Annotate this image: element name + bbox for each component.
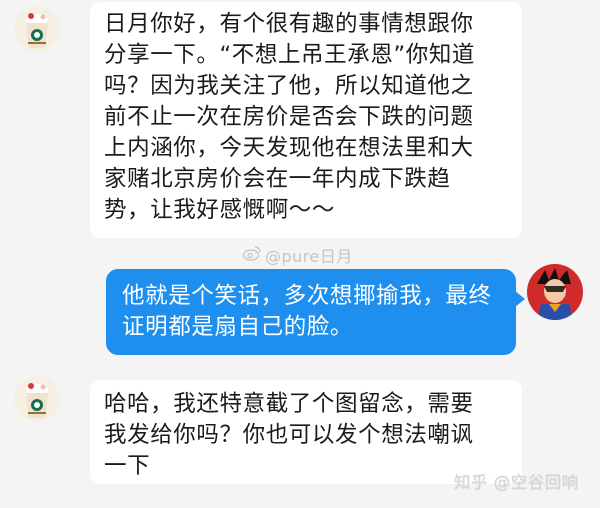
message-line: 前不止一次在房价是否会下跌的问题 — [104, 104, 474, 130]
outgoing-message-bubble[interactable]: 他就是个笑话，多次想揶揄我，最终 证明都是扇自己的脸。 — [106, 269, 525, 355]
message-line: 哈哈，我还特意截了个图留念，需要 — [104, 391, 474, 417]
anime-character-icon — [527, 264, 583, 320]
user-avatar[interactable] — [527, 264, 583, 320]
message-line: 一下 — [104, 453, 151, 479]
message-line: 上内涵你，今天发现他在想法里和大 — [104, 135, 474, 161]
contact-avatar[interactable] — [14, 376, 60, 422]
weibo-watermark-text: @pure日月 — [265, 247, 353, 266]
message-line: 吗？因为我关注了他，所以知道他之 — [104, 73, 474, 99]
frappuccino-cup-icon — [14, 376, 60, 422]
message-line: 家赌北京房价会在一年内成下跌趋 — [104, 166, 451, 192]
weibo-watermark: @pure日月 — [242, 243, 353, 267]
zhihu-watermark: 知乎 @空谷回响 — [454, 473, 579, 492]
chat-view: 日月你好，有个很有趣的事情想跟你 分享一下。“不想上吊王承恩”你知道 吗？因为我… — [0, 0, 600, 508]
message-line: 分享一下。“不想上吊王承恩”你知道 — [104, 42, 476, 68]
contact-avatar[interactable] — [14, 6, 60, 52]
message-line: 他就是个笑话，多次想揶揄我，最终 — [122, 283, 492, 309]
weibo-icon — [242, 245, 261, 265]
message-line: 证明都是扇自己的脸。 — [122, 314, 354, 340]
message-line: 日月你好，有个很有趣的事情想跟你 — [104, 11, 474, 37]
message-line: 势，让我好感慨啊～～ — [104, 197, 336, 223]
incoming-message-bubble[interactable]: 日月你好，有个很有趣的事情想跟你 分享一下。“不想上吊王承恩”你知道 吗？因为我… — [90, 2, 522, 238]
frappuccino-cup-icon — [14, 6, 60, 52]
message-line: 我发给你吗？你也可以发个想法嘲讽 — [104, 422, 474, 448]
